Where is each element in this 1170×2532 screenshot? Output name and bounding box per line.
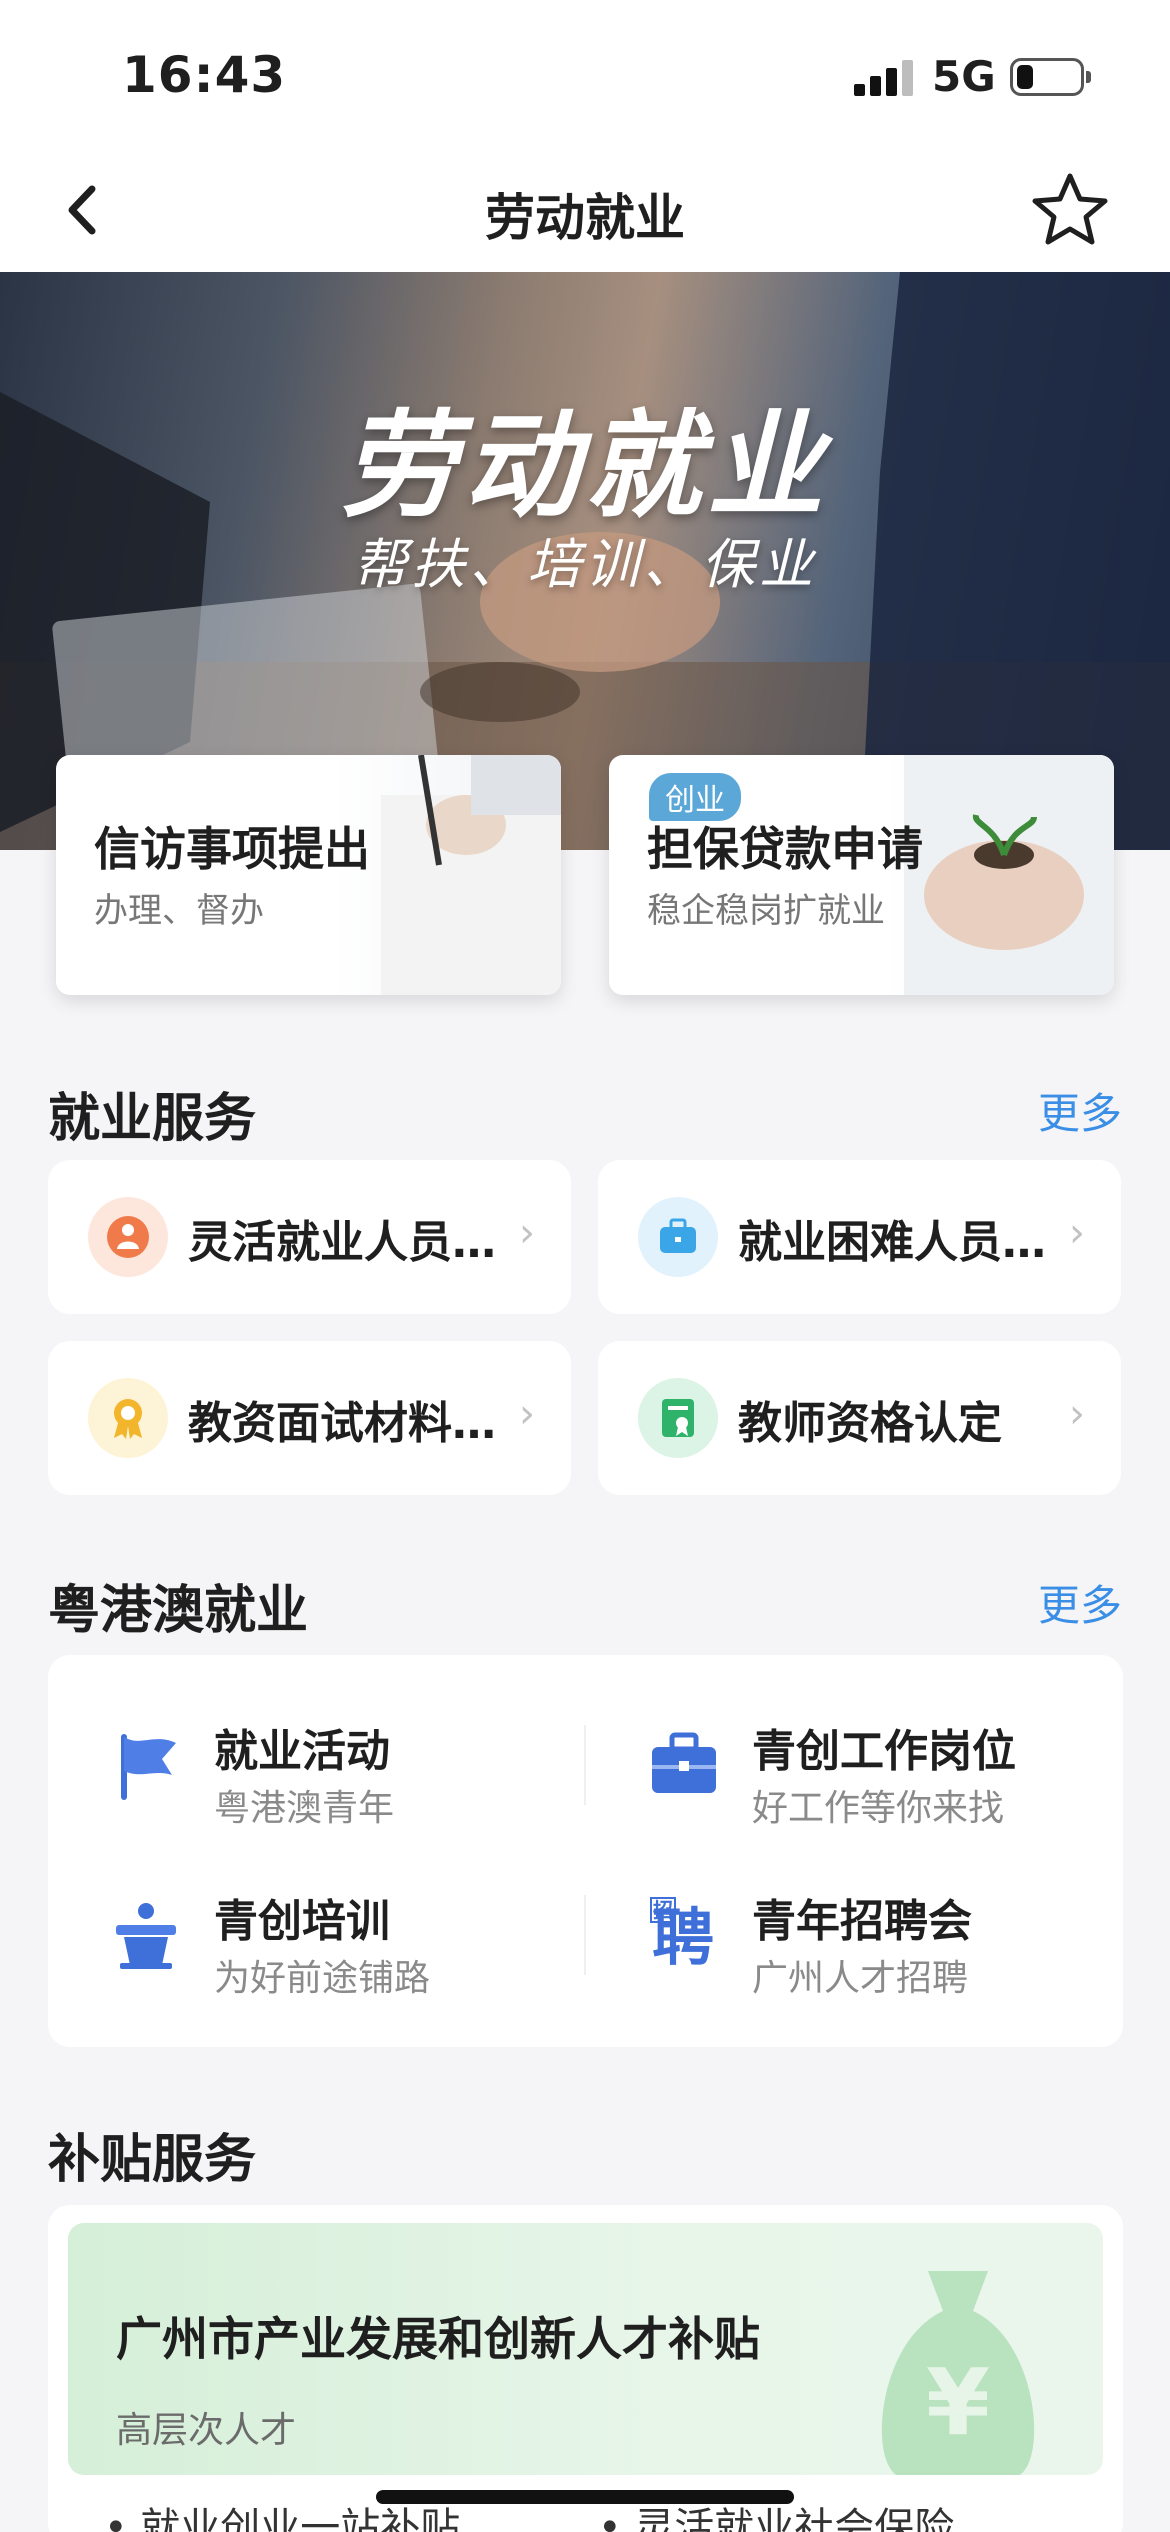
signal-icon xyxy=(854,60,914,96)
subsidy-card-title: 广州市产业发展和创新人才补贴 xyxy=(116,2312,760,2366)
gba-item-subtitle: 粤港澳青年 xyxy=(214,1788,395,1829)
section-title-employment: 就业服务 xyxy=(48,1089,257,1149)
briefcase-icon xyxy=(652,1732,716,1793)
service-card-difficulty[interactable]: 就业困难人员… › xyxy=(598,1160,1121,1314)
gba-item-title: 青创工作岗位 xyxy=(752,1726,1016,1777)
chevron-right-icon: › xyxy=(519,1210,535,1256)
section-title-subsidy: 补贴服务 xyxy=(48,2130,257,2190)
subsidy-link-label: 灵活就业社会保险 xyxy=(634,2505,955,2532)
service-label: 教资面试材料… xyxy=(188,1398,496,1449)
section-title-gba: 粤港澳就业 xyxy=(48,1581,309,1641)
service-label: 灵活就业人员… xyxy=(188,1217,496,1268)
service-label: 就业困难人员… xyxy=(738,1217,1046,1268)
page-title: 劳动就业 xyxy=(485,189,685,247)
flag-icon xyxy=(121,1734,176,1800)
service-card-flexible[interactable]: 灵活就业人员… › xyxy=(48,1160,571,1314)
chevron-right-icon: › xyxy=(1069,1391,1085,1437)
recruit-icon: 招 聘 xyxy=(648,1897,720,1974)
chevron-right-icon: › xyxy=(1069,1210,1085,1256)
gba-item-job-fair[interactable]: 招 聘 青年招聘会 广州人才招聘 xyxy=(648,1885,1148,2015)
gba-item-training[interactable]: 青创培训 为好前途铺路 xyxy=(110,1885,610,2015)
subsidy-card: ¥ 广州市产业发展和创新人才补贴 高层次人才 • 就业创业一站补贴 • 灵活就业… xyxy=(48,2205,1123,2532)
quick-card-title: 信访事项提出 xyxy=(94,822,370,876)
service-label: 教师资格认定 xyxy=(738,1398,1002,1449)
battery-level xyxy=(1017,65,1033,89)
gba-item-subtitle: 好工作等你来找 xyxy=(752,1788,1005,1829)
service-card-teacher[interactable]: 教师资格认定 › xyxy=(598,1341,1121,1495)
award-ribbon-icon xyxy=(88,1378,168,1458)
gba-item-subtitle: 广州人才招聘 xyxy=(752,1958,969,1999)
gba-item-activities[interactable]: 就业活动 粤港澳青年 xyxy=(110,1715,610,1845)
gba-item-title: 青创培训 xyxy=(214,1896,390,1947)
yuan-glyph: ¥ xyxy=(925,2349,990,2456)
battery-icon xyxy=(1010,58,1091,96)
document-signing-photo xyxy=(381,755,561,995)
quick-card-petition[interactable]: 信访事项提出 办理、督办 xyxy=(56,755,561,995)
gba-item-title: 就业活动 xyxy=(214,1726,390,1777)
divider xyxy=(584,1895,586,1975)
podium-icon xyxy=(116,1903,176,1969)
quick-card-subtitle: 办理、督办 xyxy=(94,891,264,931)
home-indicator xyxy=(376,2490,794,2504)
certificate-icon xyxy=(638,1378,718,1458)
network-label: 5G xyxy=(932,52,996,101)
quick-card-subtitle: 稳企稳岗扩就业 xyxy=(647,891,885,931)
star-outline-icon[interactable] xyxy=(1030,170,1110,250)
gba-item-subtitle: 为好前途铺路 xyxy=(214,1958,431,1999)
status-bar: 16:43 5G xyxy=(0,0,1170,150)
chevron-right-icon: › xyxy=(519,1391,535,1437)
nav-bar: 劳动就业 xyxy=(0,150,1170,272)
gba-item-jobs[interactable]: 青创工作岗位 好工作等你来找 xyxy=(648,1715,1148,1845)
briefcase-icon xyxy=(638,1197,718,1277)
quick-card-title: 担保贷款申请 xyxy=(647,822,923,876)
money-bag-icon: ¥ xyxy=(858,2261,1058,2475)
service-card-interview[interactable]: 教资面试材料… › xyxy=(48,1341,571,1495)
subsidy-link-label: 就业创业一站补贴 xyxy=(140,2505,461,2532)
seedling-hands-photo xyxy=(904,755,1114,995)
subsidy-card-subtitle: 高层次人才 xyxy=(116,2410,297,2451)
banner-subtitle: 帮扶、培训、保业 xyxy=(353,533,817,596)
gba-item-title: 青年招聘会 xyxy=(752,1896,972,1947)
gba-card: 就业活动 粤港澳青年 青创工作岗位 好工作等你来找 青创培训 为好前途铺路 招 … xyxy=(48,1655,1123,2047)
more-link-gba[interactable]: 更多 xyxy=(1038,1572,1122,1633)
quick-card-loan[interactable]: 创业 担保贷款申请 稳企稳岗扩就业 xyxy=(609,755,1114,995)
divider xyxy=(584,1725,586,1805)
more-link-employment[interactable]: 更多 xyxy=(1038,1080,1122,1141)
subsidy-feature-card[interactable]: ¥ 广州市产业发展和创新人才补贴 高层次人才 xyxy=(68,2223,1103,2475)
banner-title: 劳动就业 xyxy=(341,399,829,534)
flexible-workers-icon xyxy=(88,1197,168,1277)
recruit-icon-glyph: 聘 xyxy=(652,1901,715,1974)
status-time: 16:43 xyxy=(122,46,287,104)
